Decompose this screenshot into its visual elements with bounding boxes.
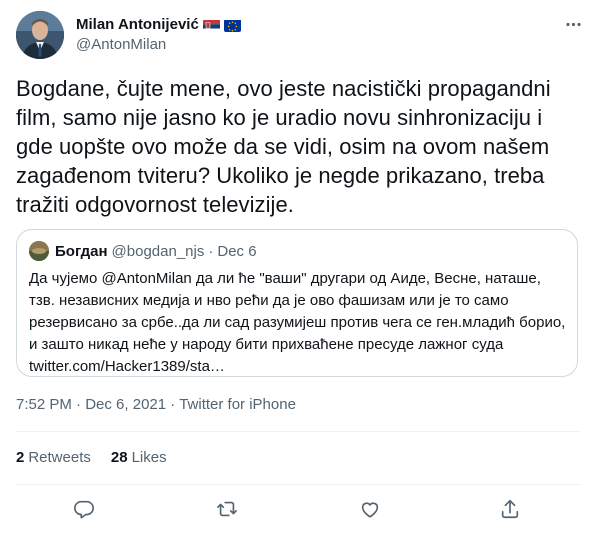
eu-flag-icon (223, 19, 241, 32)
quoted-tweet-header: Богдан @bogdan_njs · Dec 6 (29, 241, 257, 261)
tweet-detail: Milan Antonijević @AntonMilan Bogdane, č… (0, 0, 597, 537)
retweet-icon[interactable] (214, 496, 240, 522)
meta-separator: · (170, 396, 176, 413)
display-name[interactable]: Milan Antonijević (76, 15, 199, 35)
quoted-avatar (29, 241, 49, 261)
reply-icon[interactable] (71, 496, 97, 522)
retweets-label: Retweets (28, 449, 91, 466)
like-icon[interactable] (357, 496, 383, 522)
quoted-tweet[interactable]: Богдан @bogdan_njs · Dec 6 Да чујемо @An… (16, 229, 578, 377)
retweets-stat[interactable]: 2 Retweets (16, 449, 91, 466)
likes-count: 28 (110, 449, 128, 466)
tweet-date[interactable]: Dec 6, 2021 (85, 396, 166, 413)
tweet-header: Milan Antonijević @AntonMilan (16, 11, 241, 59)
divider (16, 431, 581, 432)
quoted-date: Dec 6 (217, 242, 257, 260)
retweets-count: 2 (16, 449, 25, 466)
tweet-source[interactable]: Twitter for iPhone (179, 396, 296, 413)
author-names: Milan Antonijević @AntonMilan (76, 15, 241, 55)
tweet-time[interactable]: 7:52 PM (16, 396, 72, 413)
avatar-photo (16, 11, 64, 59)
likes-label: Likes (131, 449, 167, 466)
serbia-flag-icon (202, 19, 220, 32)
tweet-stats: 2 Retweets 28 Likes (16, 449, 187, 466)
likes-stat[interactable]: 28 Likes (111, 449, 167, 466)
more-options-icon[interactable] (563, 14, 583, 34)
quoted-display-name: Богдан (55, 242, 108, 260)
tweet-meta: 7:52 PM · Dec 6, 2021 · Twitter for iPho… (16, 396, 296, 413)
share-icon[interactable] (497, 496, 523, 522)
divider (16, 484, 581, 485)
meta-separator: · (76, 396, 82, 413)
quoted-handle: @bogdan_njs (111, 242, 205, 260)
tweet-actions (0, 490, 597, 528)
tweet-text: Bogdane, čujte mene, ovo jeste nacističk… (16, 76, 551, 217)
display-name-row[interactable]: Milan Antonijević (76, 15, 241, 35)
quoted-text: Да чујемо @AntonMilan да ли ће "ваши" др… (29, 270, 566, 375)
avatar[interactable] (16, 11, 64, 59)
quoted-separator: · (208, 242, 214, 260)
author-handle[interactable]: @AntonMilan (76, 35, 241, 55)
